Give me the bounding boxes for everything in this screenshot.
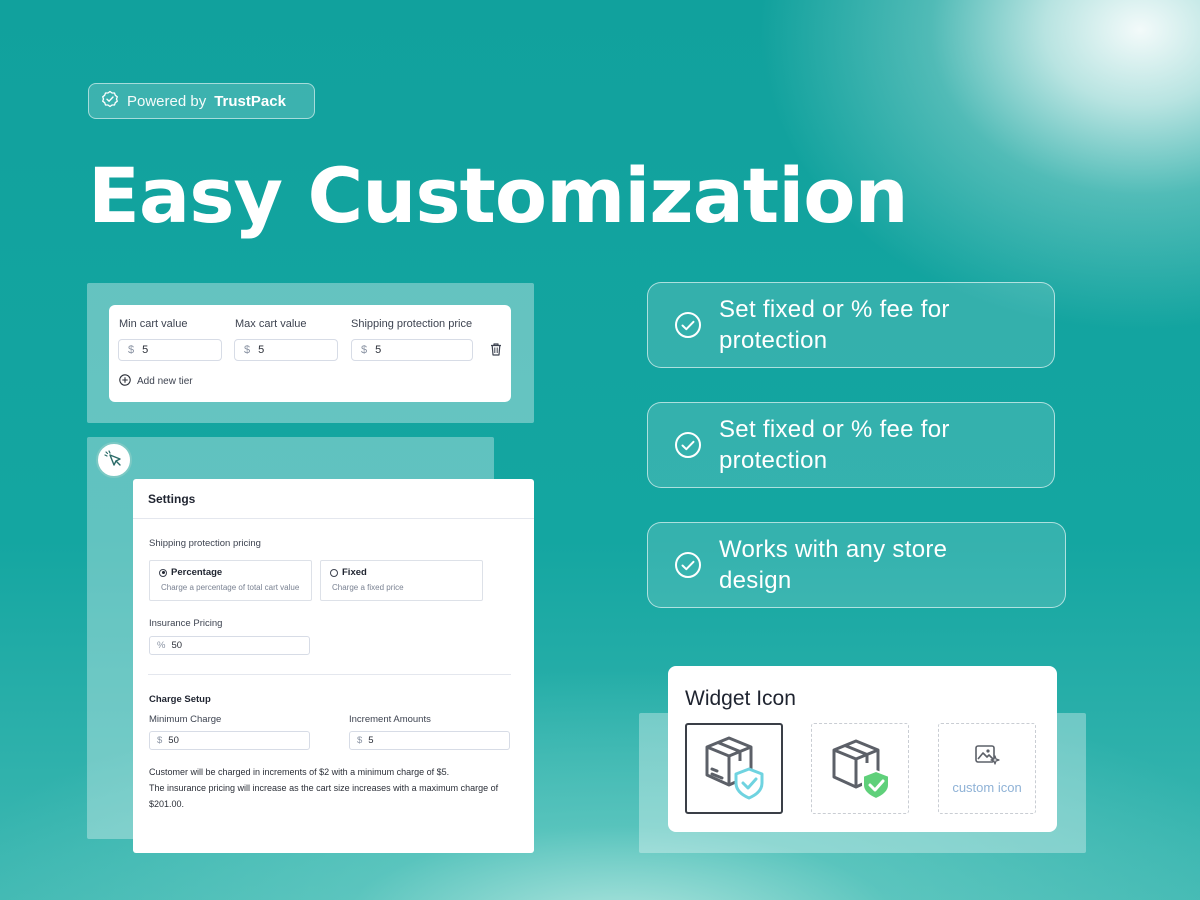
widget-option-green[interactable] bbox=[811, 723, 909, 814]
charge-note: Customer will be charged in increments o… bbox=[149, 764, 519, 812]
charge-setup-title: Charge Setup bbox=[149, 694, 211, 705]
feature-line-1: Set fixed or % fee for bbox=[719, 416, 950, 443]
option-fixed-label: Fixed bbox=[342, 567, 367, 578]
insurance-input[interactable]: % 50 bbox=[149, 636, 310, 655]
check-circle-icon bbox=[675, 432, 701, 458]
min-charge-label: Minimum Charge bbox=[149, 714, 222, 725]
insurance-value: 50 bbox=[171, 640, 183, 651]
add-tier-label: Add new tier bbox=[137, 376, 193, 387]
currency-symbol: $ bbox=[361, 344, 368, 356]
powered-by-badge: Powered by TrustPack bbox=[88, 83, 315, 119]
widget-option-custom[interactable]: custom icon bbox=[938, 723, 1036, 814]
image-sparkle-icon bbox=[974, 743, 1000, 772]
note-line-3: $201.00. bbox=[149, 799, 185, 809]
min-cart-label: Min cart value bbox=[119, 318, 188, 330]
feature-line-1: Set fixed or % fee for bbox=[719, 296, 950, 323]
percent-symbol: % bbox=[157, 640, 166, 651]
widget-title: Widget Icon bbox=[685, 687, 796, 710]
option-percentage-label: Percentage bbox=[171, 567, 223, 578]
feature-line-2: design bbox=[719, 567, 792, 594]
feature-pill: Works with any store design bbox=[647, 522, 1066, 608]
increment-label: Increment Amounts bbox=[349, 714, 431, 725]
note-line-2: The insurance pricing will increase as t… bbox=[149, 783, 499, 793]
max-cart-label: Max cart value bbox=[235, 318, 307, 330]
badge-prefix: Powered by bbox=[127, 92, 207, 110]
widget-icon-panel: Widget Icon custom icon bbox=[668, 666, 1057, 832]
currency-symbol: $ bbox=[157, 735, 163, 746]
insurance-label: Insurance Pricing bbox=[149, 618, 223, 629]
package-shield-outline-icon bbox=[697, 729, 771, 808]
cursor-click-icon bbox=[96, 442, 132, 478]
protection-price-label: Shipping protection price bbox=[351, 318, 473, 330]
package-shield-green-icon bbox=[824, 730, 896, 807]
min-cart-value: 5 bbox=[142, 344, 149, 356]
feature-text: Set fixed or % fee for protection bbox=[719, 414, 950, 476]
pricing-label: Shipping protection pricing bbox=[149, 538, 261, 549]
trash-icon[interactable] bbox=[490, 343, 502, 361]
currency-symbol: $ bbox=[244, 344, 251, 356]
option-percentage[interactable]: Percentage Charge a percentage of total … bbox=[149, 560, 312, 601]
max-cart-value: 5 bbox=[258, 344, 265, 356]
radio-unselected[interactable] bbox=[330, 568, 338, 577]
note-line-1: Customer will be charged in increments o… bbox=[149, 767, 450, 777]
settings-divider bbox=[133, 518, 534, 519]
option-fixed[interactable]: Fixed Charge a fixed price bbox=[320, 560, 483, 601]
plus-circle-icon bbox=[119, 374, 131, 389]
protection-price-value: 5 bbox=[375, 344, 382, 356]
radio-selected[interactable] bbox=[159, 568, 167, 577]
custom-icon-label: custom icon bbox=[952, 779, 1022, 795]
currency-symbol: $ bbox=[128, 344, 135, 356]
check-circle-icon bbox=[675, 552, 701, 578]
section-divider bbox=[148, 674, 511, 675]
feature-text: Works with any store design bbox=[719, 534, 947, 596]
feature-line-2: protection bbox=[719, 327, 828, 354]
badge-brand: TrustPack bbox=[214, 92, 286, 110]
settings-title: Settings bbox=[148, 492, 196, 506]
min-cart-input[interactable]: $ 5 bbox=[118, 339, 222, 361]
widget-option-outline[interactable] bbox=[685, 723, 783, 814]
protection-price-input[interactable]: $ 5 bbox=[351, 339, 473, 361]
option-fixed-desc: Charge a fixed price bbox=[332, 583, 404, 592]
feature-line-1: Works with any store bbox=[719, 536, 948, 563]
add-tier-button[interactable]: Add new tier bbox=[119, 374, 193, 389]
currency-symbol: $ bbox=[357, 735, 363, 746]
increment-value: 5 bbox=[368, 735, 374, 746]
increment-input[interactable]: $ 5 bbox=[349, 731, 510, 750]
option-percentage-desc: Charge a percentage of total cart value bbox=[161, 583, 300, 592]
min-charge-input[interactable]: $ 50 bbox=[149, 731, 310, 750]
check-circle-icon bbox=[675, 312, 701, 338]
min-charge-value: 50 bbox=[168, 735, 179, 746]
max-cart-input[interactable]: $ 5 bbox=[234, 339, 338, 361]
feature-pill: Set fixed or % fee for protection bbox=[647, 282, 1055, 368]
feature-line-2: protection bbox=[719, 447, 828, 474]
page-headline: Easy Customization bbox=[88, 151, 909, 240]
feature-pill: Set fixed or % fee for protection bbox=[647, 402, 1055, 488]
badge-check-icon bbox=[101, 90, 119, 112]
tier-panel: Min cart value Max cart value Shipping p… bbox=[109, 305, 511, 402]
settings-panel: Settings Shipping protection pricing Per… bbox=[133, 479, 534, 853]
feature-text: Set fixed or % fee for protection bbox=[719, 294, 950, 356]
